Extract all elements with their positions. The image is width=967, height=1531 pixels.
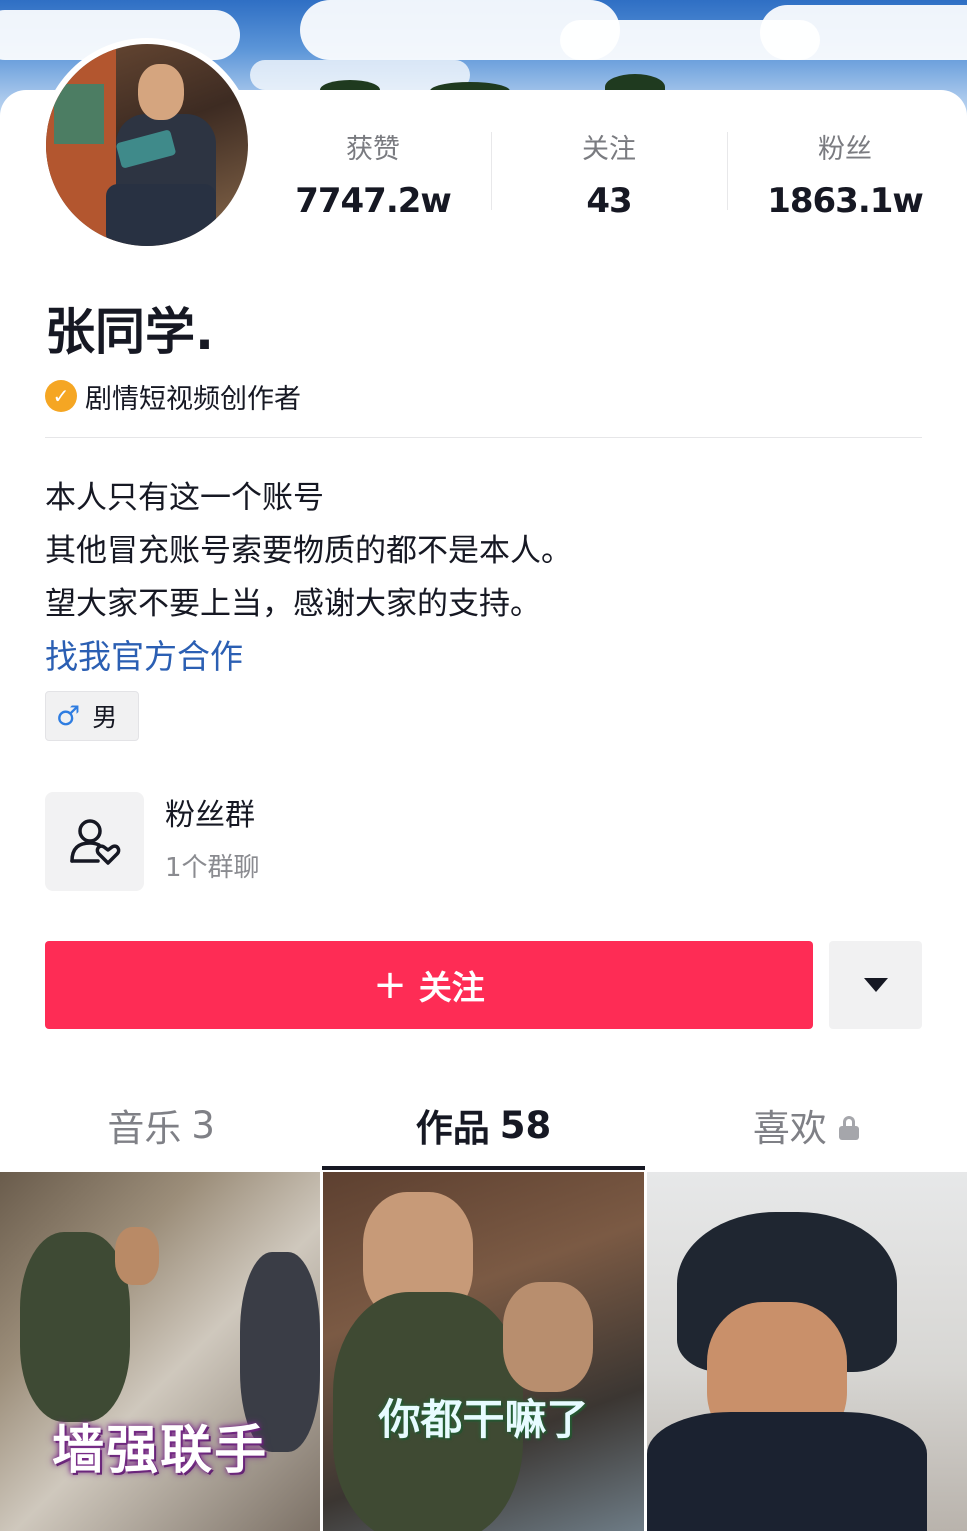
verification-row: ✓ 剧情短视频创作者 — [45, 378, 301, 415]
male-icon: ♂ — [56, 700, 81, 732]
video-thumbnail[interactable]: 你都干嘛了 — [323, 1172, 644, 1531]
video-caption: 墙强联手 — [52, 1421, 269, 1481]
thumb-figure-head — [115, 1227, 159, 1285]
video-thumbnail[interactable] — [646, 1172, 967, 1531]
more-options-button[interactable] — [829, 941, 922, 1029]
fan-group-entry[interactable]: 粉丝群 1个群聊 — [45, 792, 445, 892]
follow-button[interactable]: + 关注 — [45, 941, 813, 1029]
tab-count: 58 — [499, 1103, 552, 1147]
tab-works[interactable]: 作品 58 — [322, 1080, 645, 1170]
follow-label: 关注 — [418, 968, 485, 1007]
stat-label: 获赞 — [346, 134, 400, 165]
stat-value: 1863.1w — [767, 181, 924, 221]
stat-value: 7747.2w — [295, 181, 452, 221]
tab-music[interactable]: 音乐 3 — [0, 1080, 322, 1170]
gender-tag: ♂ 男 — [45, 691, 139, 741]
fan-group-title: 粉丝群 — [165, 798, 255, 833]
profile-name: 张同学. — [45, 303, 214, 361]
fan-group-subtitle: 1个群聊 — [165, 853, 260, 883]
video-grid: 墙强联手 你都干嘛了 — [0, 1172, 967, 1531]
avatar-figure-head — [138, 64, 184, 120]
bio-line: 其他冒充账号索要物质的都不是本人。 — [45, 533, 572, 569]
tab-label: 喜欢 — [752, 1107, 827, 1150]
stat-following[interactable]: 关注 43 — [491, 130, 727, 221]
tab-label: 音乐 — [107, 1107, 182, 1150]
bio-line: 本人只有这一个账号 — [45, 480, 324, 516]
group-heart-icon — [45, 792, 144, 891]
stat-likes[interactable]: 获赞 7747.2w — [255, 130, 491, 221]
bio-line: 望大家不要上当，感谢大家的支持。 — [45, 586, 541, 622]
avatar-figure-legs — [106, 184, 216, 246]
stat-label: 粉丝 — [818, 134, 872, 165]
stat-label: 关注 — [582, 134, 636, 165]
verification-text: 剧情短视频创作者 — [85, 383, 301, 415]
check-badge-icon: ✓ — [45, 380, 77, 412]
avatar[interactable] — [46, 44, 248, 246]
video-caption: 你都干嘛了 — [378, 1395, 589, 1444]
avatar-ring[interactable] — [40, 38, 254, 252]
lock-icon — [838, 1116, 859, 1140]
stat-value: 43 — [586, 181, 632, 221]
thumb-figure — [20, 1232, 130, 1422]
lock-body — [838, 1126, 859, 1140]
group-heart-svg — [69, 818, 120, 865]
content-tabs: 音乐 3 作品 58 喜欢 — [0, 1080, 967, 1170]
thumb-figure-coat — [646, 1412, 927, 1531]
avatar-bg-shelf — [54, 84, 104, 144]
caret-down-icon — [863, 978, 888, 992]
stats-row: 获赞 7747.2w 关注 43 粉丝 1863.1w — [255, 130, 967, 221]
plus-icon: + — [373, 962, 407, 1008]
tab-count: 3 — [191, 1103, 215, 1147]
official-cooperation-link[interactable]: 找我官方合作 — [45, 632, 243, 682]
tab-label: 作品 — [415, 1107, 490, 1150]
video-thumbnail[interactable]: 墙强联手 — [0, 1172, 321, 1531]
tab-likes[interactable]: 喜欢 — [645, 1080, 967, 1170]
thumb-figure-head — [503, 1282, 594, 1392]
bio: 本人只有这一个账号 其他冒充账号索要物质的都不是本人。 望大家不要上当，感谢大家… — [45, 472, 572, 631]
stat-followers[interactable]: 粉丝 1863.1w — [727, 130, 963, 221]
gender-text: 男 — [92, 703, 118, 732]
cloud — [760, 5, 967, 60]
divider — [45, 437, 922, 438]
